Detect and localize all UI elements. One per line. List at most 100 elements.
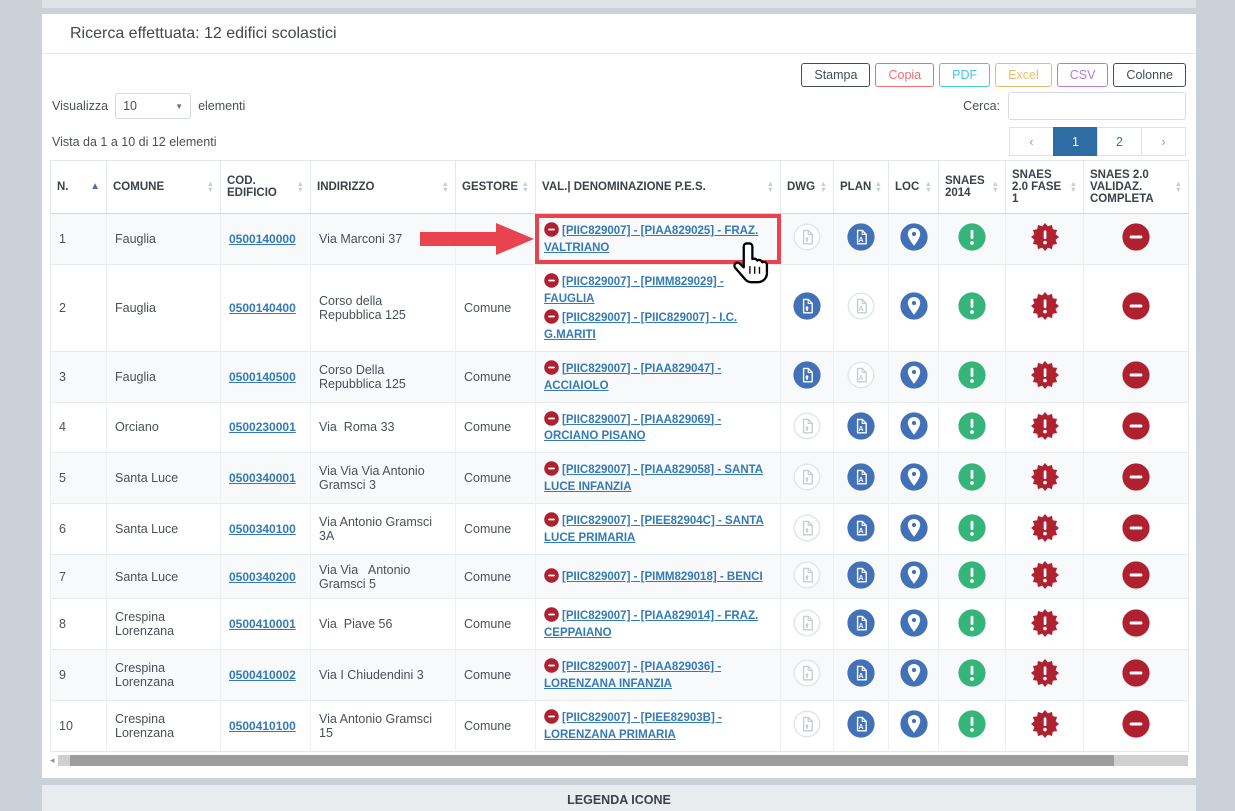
search-input[interactable] [1008, 92, 1186, 120]
location-pin-icon[interactable] [900, 223, 928, 251]
comune-cell: Orciano [107, 402, 221, 453]
column-header-plan[interactable]: PLAN▲▼ [834, 161, 889, 214]
snaes-2014-status-icon-cell [939, 504, 1006, 555]
scroll-left-icon[interactable]: ◂ [50, 755, 55, 766]
pes-link[interactable]: [PIIC829007] - [PIAA829036] - LORENZANA … [544, 661, 721, 690]
column-header-n[interactable]: N.▲ [51, 161, 107, 214]
building-code-link[interactable]: 0500410100 [229, 719, 296, 733]
pes-link[interactable]: [PIIC829007] - [PIAA829058] - SANTA LUCE… [544, 464, 763, 493]
cod-edificio-cell: 0500140500 [221, 351, 311, 402]
pes-link[interactable]: [PIIC829007] - [PIAA829047] - ACCIAIOLO [544, 363, 721, 392]
export-stampa-button[interactable]: Stampa [801, 63, 870, 87]
pagination-prev-button[interactable]: ‹ [1009, 127, 1054, 156]
plan-file-icon[interactable]: A [847, 659, 875, 687]
column-header-snaes-2-0-fase-1[interactable]: SNAES 2.0 FASE 1▲▼ [1006, 161, 1084, 214]
row-number: 3 [51, 351, 107, 402]
dwg-file-icon-cell [781, 650, 834, 701]
location-pin-icon[interactable] [900, 561, 928, 589]
building-code-link[interactable]: 0500140500 [229, 370, 296, 384]
building-code-link[interactable]: 0500140400 [229, 301, 296, 315]
dwg-file-icon-cell [781, 402, 834, 453]
table-row: 8Crespina Lorenzana0500410001Via Piave 5… [51, 599, 1189, 650]
page-length-select[interactable]: 10 ▼ [115, 93, 191, 119]
location-pin-icon[interactable] [900, 463, 928, 491]
column-header-snaes-2-0-validaz-completa[interactable]: SNAES 2.0 VALIDAZ. COMPLETA▲▼ [1084, 161, 1189, 214]
building-code-link[interactable]: 0500410002 [229, 668, 296, 682]
plan-file-icon[interactable]: A [847, 412, 875, 440]
column-header-dwg[interactable]: DWG▲▼ [781, 161, 834, 214]
table-row: 7Santa Luce0500340200Via Via Antonio Gra… [51, 555, 1189, 599]
pes-cell: [PIIC829007] - [PIAA829047] - ACCIAIOLO [536, 351, 781, 402]
plan-file-icon[interactable]: A [847, 514, 875, 542]
location-pin-icon[interactable] [900, 514, 928, 542]
pagination-next-button[interactable]: › [1141, 127, 1186, 156]
cod-edificio-cell: 0500410100 [221, 700, 311, 751]
dwg-file-icon-cell [781, 351, 834, 402]
building-code-link[interactable]: 0500340200 [229, 570, 296, 584]
export-colonne-button[interactable]: Colonne [1113, 63, 1186, 87]
export-copia-button[interactable]: Copia [875, 63, 934, 87]
pagination-page-1[interactable]: 1 [1053, 127, 1098, 156]
location-pin-icon[interactable] [900, 659, 928, 687]
horizontal-scrollbar[interactable]: ◂ [50, 755, 1188, 766]
building-code-link[interactable]: 0500410001 [229, 617, 296, 631]
snaes-2014-status-icon-cell [939, 351, 1006, 402]
building-code-link[interactable]: 0500230001 [229, 420, 296, 434]
export-excel-button[interactable]: Excel [995, 63, 1052, 87]
snaes-2014-status-icon-cell [939, 264, 1006, 351]
pes-link[interactable]: [PIIC829007] - [PIMM829029] - FAUGLIA [544, 276, 724, 305]
dwg-file-icon[interactable] [793, 361, 821, 389]
indirizzo-cell: Via I Chiudendini 3 [311, 650, 456, 701]
pes-link[interactable]: [PIIC829007] - [PIAA829025] - FRAZ. VALT… [544, 225, 758, 254]
plan-file-icon[interactable]: A [847, 223, 875, 251]
pes-link[interactable]: [PIIC829007] - [PIEE82904C] - SANTA LUCE… [544, 515, 764, 544]
plan-file-icon[interactable]: A [847, 710, 875, 738]
export-csv-button[interactable]: CSV [1057, 63, 1109, 87]
cod-edificio-cell: 0500140000 [221, 214, 311, 265]
snaes-20-validaz-status-icon-cell [1084, 351, 1189, 402]
snaes-20-fase1-status-icon [1031, 463, 1059, 491]
pes-link[interactable]: [PIIC829007] - [PIIC829007] - I.C. G.MAR… [544, 312, 737, 341]
gestore-cell: Comune [456, 351, 536, 402]
snaes-20-validaz-status-icon [1122, 659, 1150, 687]
pes-link[interactable]: [PIIC829007] - [PIMM829018] - BENCI [562, 571, 763, 583]
column-header-cod-edificio[interactable]: COD. EDIFICIO▲▼ [221, 161, 311, 214]
plan-file-icon[interactable]: A [847, 561, 875, 589]
column-header-gestore[interactable]: GESTORE▲▼ [456, 161, 536, 214]
location-pin-icon[interactable] [900, 412, 928, 440]
column-header-loc[interactable]: LOC▲▼ [889, 161, 939, 214]
gestore-cell: Comune [456, 264, 536, 351]
column-header-val-denominazione-p-e-s[interactable]: VAL.| DENOMINAZIONE P.E.S.▲▼ [536, 161, 781, 214]
building-code-link[interactable]: 0500340001 [229, 471, 296, 485]
location-pin-icon[interactable] [900, 292, 928, 320]
snaes-2014-status-icon [958, 609, 986, 637]
scrollbar-track[interactable] [58, 755, 1188, 766]
location-pin-icon[interactable] [900, 609, 928, 637]
column-header-comune[interactable]: COMUNE▲▼ [107, 161, 221, 214]
pes-link[interactable]: [PIIC829007] - [PIAA829069] - ORCIANO PI… [544, 414, 721, 443]
dwg-file-icon[interactable] [793, 292, 821, 320]
snaes-20-validaz-status-icon [1122, 463, 1150, 491]
comune-cell: Crespina Lorenzana [107, 650, 221, 701]
svg-text:A: A [858, 237, 863, 244]
plan-file-icon[interactable]: A [847, 463, 875, 491]
scrollbar-thumb[interactable] [70, 755, 1114, 766]
location-pin-icon[interactable] [900, 710, 928, 738]
plan-file-icon: A [847, 361, 875, 389]
gestore-cell: Comune [456, 700, 536, 751]
pes-cell: [PIIC829007] - [PIEE82904C] - SANTA LUCE… [536, 504, 781, 555]
location-pin-icon[interactable] [900, 361, 928, 389]
indirizzo-cell: Via Antonio Gramsci 3A [311, 504, 456, 555]
pagination-page-2[interactable]: 2 [1097, 127, 1142, 156]
column-header-snaes-2014[interactable]: SNAES 2014▲▼ [939, 161, 1006, 214]
plan-file-icon[interactable]: A [847, 609, 875, 637]
cod-edificio-cell: 0500410001 [221, 599, 311, 650]
pes-link[interactable]: [PIIC829007] - [PIEE82903B] - LORENZANA … [544, 712, 722, 741]
row-number: 8 [51, 599, 107, 650]
gestore-cell: Comune [456, 599, 536, 650]
export-pdf-button[interactable]: PDF [939, 63, 990, 87]
column-header-indirizzo[interactable]: INDIRIZZO▲▼ [311, 161, 456, 214]
building-code-link[interactable]: 0500140000 [229, 232, 296, 246]
pes-link[interactable]: [PIIC829007] - [PIAA829014] - FRAZ. CEPP… [544, 610, 758, 639]
building-code-link[interactable]: 0500340100 [229, 522, 296, 536]
